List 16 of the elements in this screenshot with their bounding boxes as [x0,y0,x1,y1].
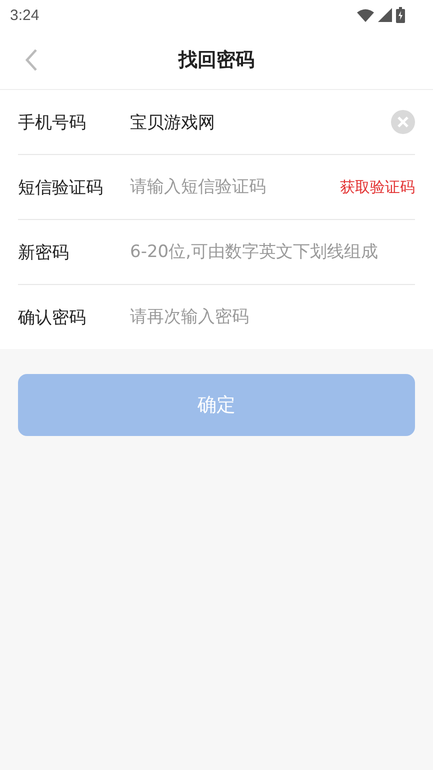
page-title: 找回密码 [178,48,254,72]
input-field[interactable]: 请再次输入密码 [130,303,415,331]
field-label: 手机号码 [18,112,87,134]
back-icon[interactable] [24,48,38,72]
wifi-icon [357,8,374,22]
status-time: 3:24 [10,6,40,24]
field-label: 新密码 [18,242,70,264]
input-field[interactable]: 6-20位,可由数字英文下划线组成 [130,238,415,266]
signal-icon [378,8,392,22]
input-field[interactable]: 请输入短信验证码 [130,173,340,201]
battery-icon [396,7,405,23]
input-field[interactable]: 宝贝游戏网 [130,108,391,136]
clear-icon[interactable] [391,110,415,134]
field-label: 确认密码 [18,306,87,328]
field-label: 短信验证码 [18,176,104,198]
get-code-link[interactable]: 获取验证码 [340,178,415,196]
